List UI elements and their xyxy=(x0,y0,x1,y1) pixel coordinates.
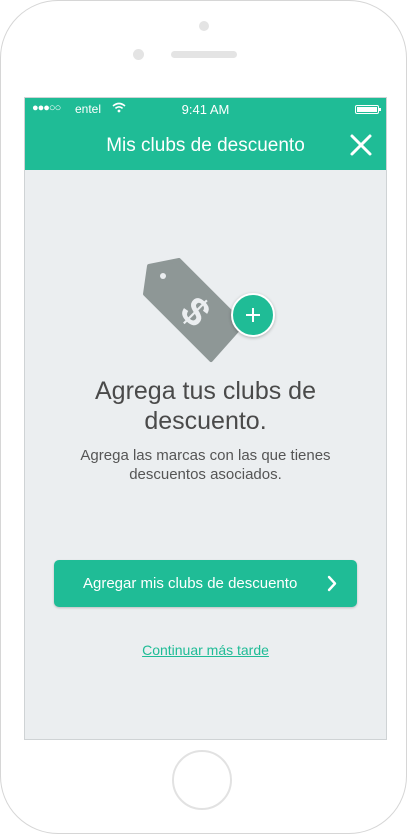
app-screen: ●●●○○ entel 9:41 AM Mis clubs de descuen… xyxy=(25,98,386,739)
front-camera xyxy=(199,21,209,31)
phone-frame: ●●●○○ entel 9:41 AM Mis clubs de descuen… xyxy=(0,0,407,834)
close-icon[interactable] xyxy=(346,130,376,160)
earpiece-speaker xyxy=(171,51,237,58)
page-title: Mis clubs de descuento xyxy=(106,135,305,156)
top-bar: ●●●○○ entel 9:41 AM Mis clubs de descuen… xyxy=(25,98,386,170)
chevron-right-icon xyxy=(327,575,337,592)
battery-icon xyxy=(355,105,381,114)
home-button[interactable] xyxy=(172,750,232,810)
add-discount-clubs-label: Agregar mis clubs de descuento xyxy=(83,575,298,592)
status-time: 9:41 AM xyxy=(181,102,230,117)
add-discount-clubs-button[interactable]: Agregar mis clubs de descuento xyxy=(54,560,357,607)
empty-state-description: Agrega las marcas con las que tienes des… xyxy=(80,447,331,483)
add-icon xyxy=(231,293,275,337)
continue-later-link[interactable]: Continuar más tarde xyxy=(25,642,386,658)
empty-state-heading: Agrega tus clubs de descuento. xyxy=(95,377,316,435)
proximity-sensor xyxy=(133,49,144,60)
status-bar: ●●●○○ entel 9:41 AM xyxy=(25,98,386,120)
